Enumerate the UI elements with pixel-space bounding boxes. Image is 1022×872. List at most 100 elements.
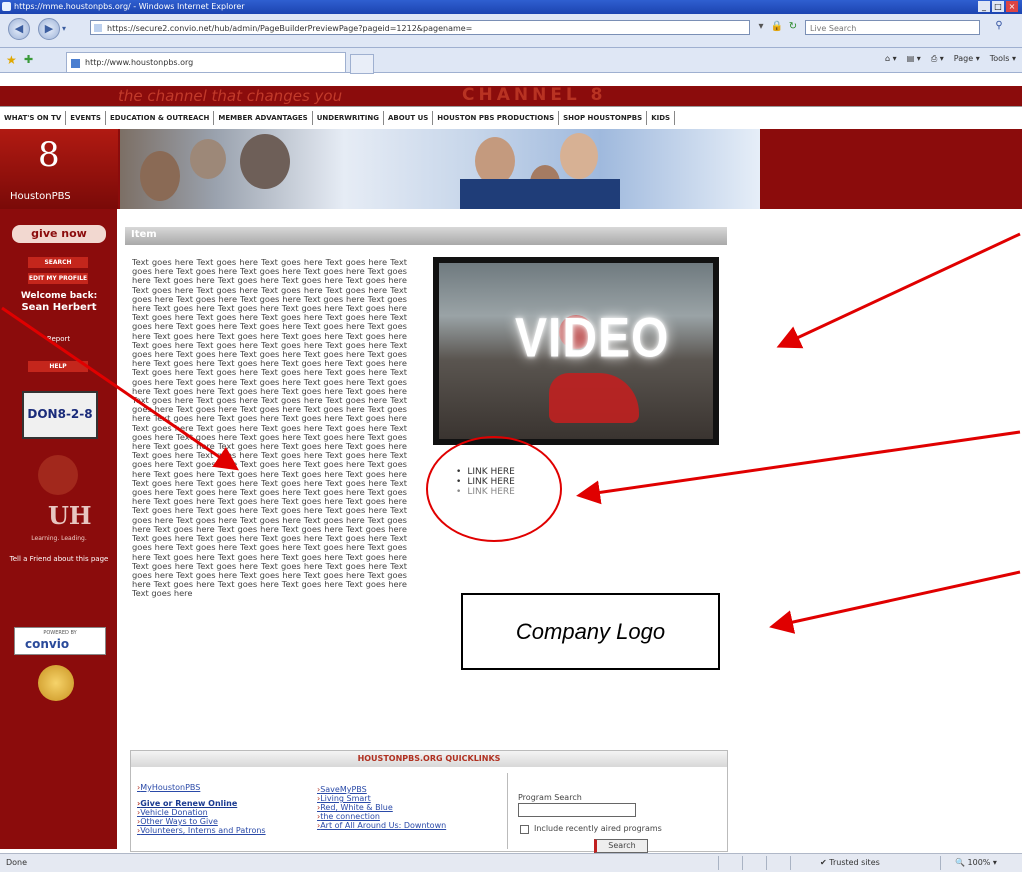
convio-name: convio — [25, 637, 70, 651]
logo-mark: 8 — [38, 135, 60, 175]
home-icon[interactable]: ⌂ ▾ — [885, 54, 897, 64]
video-player[interactable]: VIDEO — [433, 257, 719, 445]
new-tab-button[interactable] — [350, 54, 374, 74]
close-button[interactable]: × — [1006, 1, 1018, 12]
program-search-input[interactable] — [518, 803, 636, 817]
feeds-icon[interactable]: ▤ ▾ — [907, 54, 921, 64]
link-item[interactable]: LINK HERE — [456, 467, 515, 477]
link-item[interactable]: LINK HERE — [456, 487, 515, 497]
favorites-star-icon[interactable]: ★ — [6, 53, 17, 67]
include-aired-label: Include recently aired programs — [534, 824, 662, 833]
tools-menu-label: Tools — [989, 54, 1010, 63]
tools-menu[interactable]: Tools ▾ — [990, 54, 1016, 64]
maximize-button[interactable]: □ — [992, 1, 1004, 12]
page-icon — [94, 24, 102, 32]
zoom-control[interactable]: 🔍 100% ▾ — [955, 858, 997, 867]
nav-item-member[interactable]: MEMBER ADVANTAGES — [214, 111, 313, 125]
search-input[interactable]: Live Search — [805, 20, 980, 35]
user-name: Sean Herbert — [21, 302, 97, 313]
channel-label: CHANNEL 8 — [462, 85, 607, 105]
url-dropdown-icon[interactable]: ▾ — [754, 20, 768, 34]
status-text: Done — [6, 858, 28, 867]
include-aired-checkbox[interactable] — [520, 825, 529, 834]
security-zone-label: Trusted sites — [829, 858, 880, 867]
convio-badge[interactable]: POWERED BY convio — [14, 627, 106, 655]
quicklink[interactable]: SaveMyPBS — [317, 785, 446, 794]
banner-photo — [120, 129, 760, 209]
banner-face — [240, 134, 290, 189]
main-nav: WHAT'S ON TV EVENTS EDUCATION & OUTREACH… — [0, 106, 1022, 130]
tab-active[interactable]: http://www.houstonpbs.org — [66, 52, 346, 72]
pbs-logo-icon[interactable] — [38, 455, 78, 495]
edit-profile-button[interactable]: EDIT MY PROFILE — [28, 273, 88, 284]
status-bar: Done ✔ Trusted sites 🔍 100% ▾ — [0, 853, 1022, 872]
quicklink[interactable]: Volunteers, Interns and Patrons — [137, 826, 265, 835]
link-item[interactable]: LINK HERE — [456, 477, 515, 487]
sidebar: give now SEARCH EDIT MY PROFILE Welcome … — [0, 209, 117, 849]
quicklink[interactable]: Vehicle Donation — [137, 808, 266, 817]
page-menu[interactable]: Page ▾ — [954, 54, 980, 64]
ie-icon — [2, 2, 11, 11]
annotation-arrow — [776, 232, 1021, 349]
status-separator — [790, 856, 791, 870]
company-logo-placeholder: Company Logo — [461, 593, 720, 670]
logo-text: HoustonPBS — [10, 191, 71, 202]
search-icon[interactable]: ⚲ — [990, 20, 1008, 35]
quicklink[interactable]: Other Ways to Give — [137, 817, 266, 826]
window-titlebar: https://mme.houstonpbs.org/ - Windows In… — [0, 0, 1022, 14]
nav-item-kids[interactable]: KIDS — [647, 111, 676, 125]
tab-bar: ★ ✚ http://www.houstonpbs.org ⌂ ▾ ▤ ▾ ⎙ … — [0, 48, 1022, 74]
zoom-level: 100% — [967, 858, 991, 867]
forward-button[interactable]: ▶ — [38, 18, 60, 40]
welcome-label: Welcome back: — [20, 291, 98, 301]
quicklink[interactable]: Give or Renew Online — [137, 799, 266, 808]
print-icon[interactable]: ⎙ ▾ — [931, 54, 944, 64]
status-separator — [718, 856, 719, 870]
welcome-message: Welcome back: Sean Herbert — [4, 291, 114, 313]
tell-a-friend-link[interactable]: Tell a Friend about this page — [4, 555, 114, 564]
company-logo-label: Company Logo — [515, 619, 666, 644]
search-placeholder: Live Search — [810, 24, 857, 33]
help-button[interactable]: HELP — [28, 361, 88, 372]
license-plate-ad[interactable]: DON8-2-8 — [22, 391, 98, 439]
refresh-icon[interactable]: ↻ — [786, 20, 800, 34]
minimize-button[interactable]: _ — [978, 1, 990, 12]
status-separator — [742, 856, 743, 870]
quicklink[interactable]: MyHoustonPBS — [137, 783, 266, 792]
security-zone[interactable]: ✔ Trusted sites — [820, 858, 880, 867]
url-input[interactable]: https://secure2.convio.net/hub/admin/Pag… — [90, 20, 750, 35]
window-title: https://mme.houstonpbs.org/ - Windows In… — [14, 2, 245, 11]
status-separator — [766, 856, 767, 870]
program-search-button[interactable]: Search — [594, 839, 648, 853]
banner-face — [475, 137, 515, 185]
report-link[interactable]: Report — [0, 335, 117, 343]
tab-favicon — [71, 59, 80, 68]
content-title: Item — [131, 229, 157, 240]
window-controls: _ □ × — [978, 1, 1018, 12]
tab-title: http://www.houstonpbs.org — [85, 58, 194, 67]
video-thumbnail: VIDEO — [439, 263, 713, 439]
banner-face — [190, 139, 226, 179]
nav-item-shop[interactable]: SHOP HOUSTONPBS — [559, 111, 648, 125]
nav-item-education[interactable]: EDUCATION & OUTREACH — [106, 111, 215, 125]
motorcycle-shape — [549, 373, 639, 423]
history-dropdown-icon[interactable]: ▾ — [62, 24, 66, 33]
search-button[interactable]: SEARCH — [28, 257, 88, 268]
lock-icon[interactable]: 🔒 — [770, 20, 784, 34]
nav-item-productions[interactable]: HOUSTON PBS PRODUCTIONS — [433, 111, 560, 125]
award-seal-icon — [38, 665, 74, 701]
quicklink[interactable]: the connection — [317, 812, 446, 821]
add-favorite-icon[interactable]: ✚ — [24, 53, 33, 66]
quicklink[interactable]: Living Smart — [317, 794, 446, 803]
nav-item-about[interactable]: ABOUT US — [384, 111, 434, 125]
back-button[interactable]: ◀ — [8, 18, 30, 40]
nav-item-underwriting[interactable]: UNDERWRITING — [313, 111, 384, 125]
quicklink[interactable]: Art of All Around Us: Downtown — [317, 821, 446, 830]
video-label: VIDEO — [515, 308, 670, 369]
give-now-button[interactable]: give now — [12, 225, 106, 243]
quicklink[interactable]: Red, White & Blue — [317, 803, 446, 812]
nav-item-whats-on[interactable]: WHAT'S ON TV — [0, 111, 67, 125]
uh-logo[interactable]: UH — [48, 501, 92, 530]
site-logo[interactable]: 8 HoustonPBS — [0, 129, 118, 209]
nav-item-events[interactable]: EVENTS — [66, 111, 106, 125]
